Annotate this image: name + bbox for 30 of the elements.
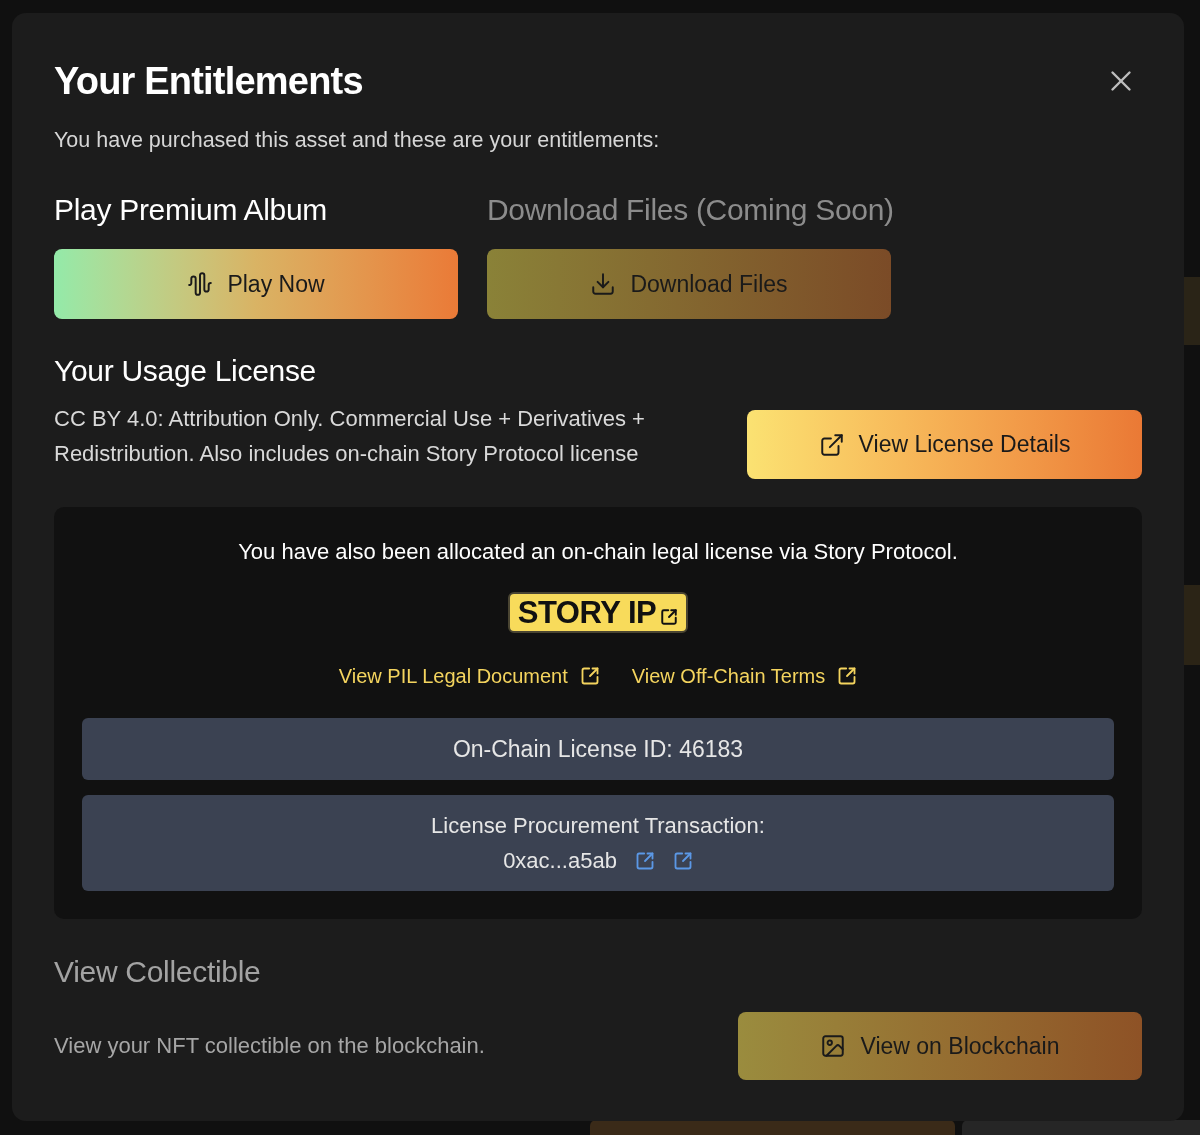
document-link[interactable]: View Off-Chain Terms <box>631 662 858 690</box>
transaction-label: License Procurement Transaction: <box>431 811 765 840</box>
play-button[interactable]: Play Now <box>54 249 458 319</box>
dialog-subtitle: You have purchased this asset and these are your entitlements: <box>54 127 661 154</box>
story-notice: You have also been allocated an on-chain legal license via Story Protocol. <box>238 538 958 566</box>
license-description: CC BY 4.0: Attribution Only. Commercial Use + Derivatives + Redistribution. Also includes on-chain Story Protocol license <box>54 405 646 468</box>
section-heading: View Collectible <box>54 954 262 990</box>
external-link[interactable] <box>634 850 655 871</box>
story-ip-logo[interactable]: STORY IP <box>507 592 689 633</box>
transaction-hash: 0xac...a5ab <box>503 846 617 875</box>
external-link-icon <box>672 850 693 871</box>
external-link-icon <box>818 431 845 458</box>
view-license-button[interactable]: View License Details <box>747 410 1142 479</box>
view-blockchain-button[interactable]: View on Blockchain <box>738 1012 1142 1080</box>
document-link[interactable]: View PIL Legal Document <box>338 662 600 690</box>
external-link-icon <box>660 607 679 626</box>
image-icon <box>820 1033 847 1059</box>
download-icon <box>590 271 617 297</box>
external-link-icon <box>634 850 655 871</box>
external-link[interactable] <box>672 850 693 871</box>
license-id-text: On-Chain License ID: 46183 <box>452 734 744 764</box>
dialog-title: Your Entitlements <box>54 59 363 104</box>
external-link-icon <box>837 666 858 686</box>
backdrop-panel <box>1184 277 1200 345</box>
waveform-icon <box>187 271 214 297</box>
section-heading: Play Premium Album <box>54 192 329 228</box>
collectible-description: View your NFT collectible on the blockchain. <box>54 1032 485 1060</box>
section-heading: Your Usage License <box>54 353 317 389</box>
external-link-icon <box>579 666 600 686</box>
section-heading: Download Files (Coming Soon) <box>487 192 891 228</box>
